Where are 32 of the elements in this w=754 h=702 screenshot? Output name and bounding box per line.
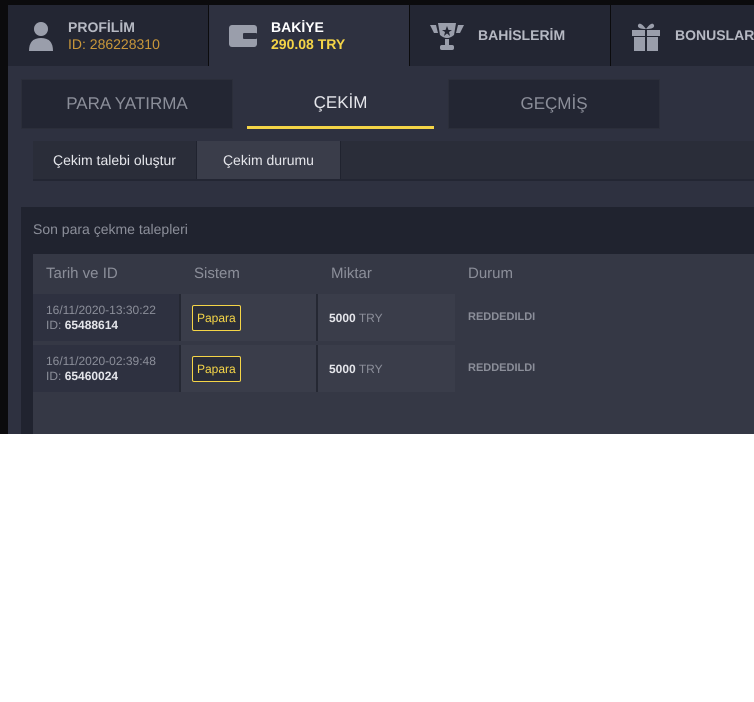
column-header: Miktar xyxy=(330,264,373,284)
nav-tab[interactable]: BONUSLAR xyxy=(611,5,754,66)
nav-tab-label: BONUSLAR xyxy=(675,27,754,44)
nav-tab[interactable]: BAHİSLERİM xyxy=(410,5,610,66)
status-text: REDDEDILDI xyxy=(468,361,536,376)
wallet-icon xyxy=(229,24,257,46)
payment-system-tag: Papara xyxy=(192,304,241,330)
payment-system-tag: Papara xyxy=(192,356,241,382)
column-header: Sistem xyxy=(193,264,241,284)
nav-tab[interactable]: BAKİYE 290.08 TRY xyxy=(209,5,409,66)
tab[interactable]: PARA YATIRMA xyxy=(21,79,233,129)
status-text: REDDEDILDI xyxy=(468,310,536,326)
amount-text: 5000 TRY xyxy=(329,310,383,326)
id-text: ID: 65488614 xyxy=(46,318,120,332)
nav-tab-subtitle: ID: 286228310 xyxy=(68,36,160,52)
column-header: Tarih ve ID xyxy=(45,264,119,284)
nav-tab-label: BAKİYE xyxy=(271,18,325,36)
amount-text: 5000 TRY xyxy=(329,360,383,378)
trophy-icon xyxy=(430,20,464,50)
section-title: Son para çekme talepleri xyxy=(33,220,189,239)
nav-tab-label: BAHİSLERİM xyxy=(478,27,566,44)
id-text: ID: 65460024 xyxy=(46,368,120,384)
nav-tab[interactable]: PROFİLİM ID: 286228310 xyxy=(8,5,208,66)
column-header: Durum xyxy=(467,264,514,284)
gift-icon xyxy=(631,20,661,50)
user-icon xyxy=(28,20,54,50)
date-text: 16/11/2020-02:39:48 xyxy=(46,354,157,368)
nav-tab-subtitle: 290.08 TRY xyxy=(271,36,346,52)
tab[interactable]: GEÇMİŞ xyxy=(448,79,660,129)
date-text: 16/11/2020-13:30:22 xyxy=(46,302,157,318)
nav-tab-label: PROFİLİM xyxy=(68,18,136,36)
sub-tab[interactable]: Çekim durumu xyxy=(196,141,341,179)
